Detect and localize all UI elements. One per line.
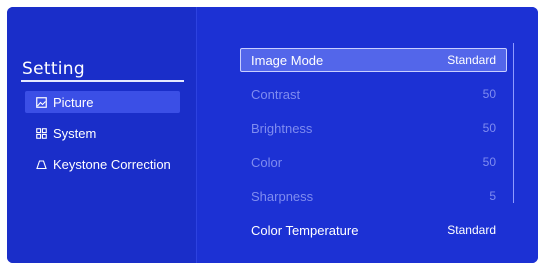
setting-value: 50 xyxy=(482,155,496,169)
sidebar-item-label: Picture xyxy=(53,94,94,110)
setting-label: Color xyxy=(251,154,283,170)
trapezoid-icon xyxy=(35,158,47,170)
grid-icon xyxy=(35,127,47,139)
setting-label: Image Mode xyxy=(251,52,324,68)
setting-row-sharpness[interactable]: Sharpness 5 xyxy=(240,184,507,208)
scrollbar[interactable] xyxy=(513,43,514,203)
sidebar: Setting Picture System Keystone Correcti… xyxy=(7,7,197,263)
settings-window: Setting Picture System Keystone Correcti… xyxy=(7,7,538,263)
sidebar-item-label: System xyxy=(53,125,97,141)
setting-label: Sharpness xyxy=(251,188,314,204)
sidebar-item-keystone-correction[interactable]: Keystone Correction xyxy=(25,153,180,175)
sidebar-item-picture[interactable]: Picture xyxy=(25,91,180,113)
setting-value: 50 xyxy=(482,87,496,101)
settings-list: Image Mode Standard Contrast 50 Brightne… xyxy=(240,48,507,252)
setting-label: Contrast xyxy=(251,86,301,102)
setting-row-brightness[interactable]: Brightness 50 xyxy=(240,116,507,140)
sidebar-divider xyxy=(21,80,184,82)
setting-row-color-temperature[interactable]: Color Temperature Standard xyxy=(240,218,507,242)
setting-value: Standard xyxy=(447,223,496,237)
setting-label: Color Temperature xyxy=(251,222,359,238)
setting-row-contrast[interactable]: Contrast 50 xyxy=(240,82,507,106)
setting-label: Brightness xyxy=(251,120,313,136)
setting-row-color[interactable]: Color 50 xyxy=(240,150,507,174)
sidebar-nav: Picture System Keystone Correction xyxy=(25,91,180,184)
sidebar-item-system[interactable]: System xyxy=(25,122,180,144)
settings-panel: Image Mode Standard Contrast 50 Brightne… xyxy=(197,7,538,263)
picture-icon xyxy=(35,96,47,108)
setting-row-image-mode[interactable]: Image Mode Standard xyxy=(240,48,507,72)
setting-value: 50 xyxy=(482,121,496,135)
setting-value: 5 xyxy=(489,189,496,203)
setting-value: Standard xyxy=(447,53,496,67)
sidebar-item-label: Keystone Correction xyxy=(53,156,171,172)
sidebar-title: Setting xyxy=(22,59,85,79)
